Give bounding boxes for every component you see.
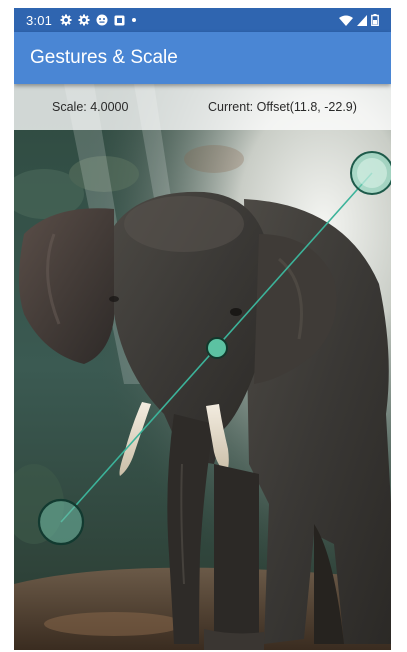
app-bar: Gestures & Scale [14,32,391,84]
device-frame: 3:01 Gestures & Scale Scale: 4.0000 Curr… [0,0,407,652]
gesture-overlay[interactable] [14,84,391,650]
wifi-icon [339,15,353,26]
touch-point-bottom[interactable] [37,498,85,546]
app-screen: 3:01 Gestures & Scale Scale: 4.0000 Curr… [14,8,391,650]
signal-icon [357,14,367,26]
status-time: 3:01 [26,12,53,28]
notification-icons [60,14,137,26]
app-title: Gestures & Scale [30,47,178,68]
battery-icon [371,14,379,26]
dot-icon [132,18,137,22]
system-icons [339,14,379,26]
settings-icon [60,14,72,26]
pinch-focal-point [206,337,228,359]
face-icon [96,14,108,26]
settings-icon [78,14,90,26]
square-icon [114,15,125,25]
status-bar: 3:01 [14,8,391,32]
